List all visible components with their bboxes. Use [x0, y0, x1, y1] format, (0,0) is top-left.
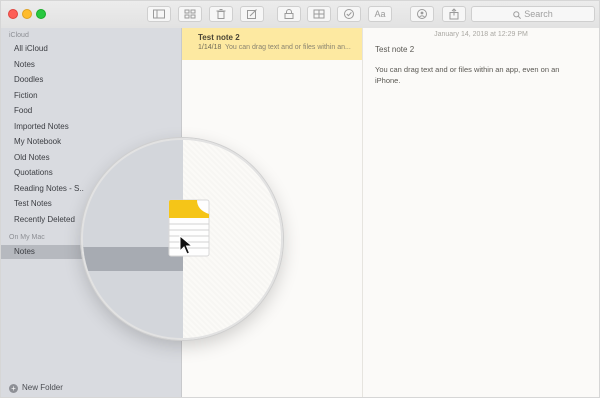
table-button[interactable]: [307, 6, 331, 22]
note-editor[interactable]: January 14, 2018 at 12:29 PM Test note 2…: [363, 28, 599, 397]
add-people-button[interactable]: [410, 6, 434, 22]
sidebar-item-test-notes[interactable]: Test Notes: [14, 199, 52, 208]
plus-icon: +: [9, 384, 18, 393]
note-list-item-selected[interactable]: Test note 2 1/14/18 You can drag text an…: [182, 28, 362, 60]
mouse-cursor-icon: [179, 235, 193, 255]
toolbar: Aa Search: [1, 1, 599, 29]
minimize-window-button[interactable]: [22, 9, 32, 19]
icloud-section-header: iCloud: [9, 32, 29, 39]
sidebar-item-recently-deleted[interactable]: Recently Deleted: [14, 215, 75, 224]
search-icon: [513, 11, 522, 19]
trash-icon: [216, 9, 226, 19]
share-icon: [449, 8, 459, 20]
sidebar-item-label: Notes: [14, 247, 35, 256]
dragged-note-icon: [168, 199, 210, 257]
search-field[interactable]: Search: [471, 6, 595, 22]
sidebar-item-old-notes[interactable]: Old Notes: [14, 153, 50, 162]
checklist-button[interactable]: [337, 6, 361, 22]
magnifier-overlay: [81, 138, 283, 340]
new-folder-button[interactable]: + New Folder: [9, 383, 63, 393]
gallery-icon: [184, 9, 196, 19]
note-timestamp: January 14, 2018 at 12:29 PM: [434, 31, 528, 38]
note-item-date: 1/14/18: [198, 44, 222, 51]
search-placeholder: Search: [524, 9, 553, 19]
note-item-snippet: You can drag text and or files within an…: [225, 44, 351, 51]
sidebar-item-food[interactable]: Food: [14, 106, 32, 115]
gallery-view-button[interactable]: [178, 6, 202, 22]
on-my-mac-section-header: On My Mac: [9, 234, 45, 241]
table-icon: [313, 9, 325, 19]
delete-note-button[interactable]: [209, 6, 233, 22]
close-window-button[interactable]: [8, 9, 18, 19]
new-folder-label: New Folder: [22, 383, 63, 392]
format-icon: Aa: [374, 9, 386, 19]
checklist-icon: [344, 9, 354, 19]
note-body[interactable]: You can drag text and or files within an…: [375, 64, 585, 86]
sidebar-item-quotations[interactable]: Quotations: [14, 168, 53, 177]
notes-window: Aa Search iCloud All iCloud Notes Doodle…: [0, 0, 600, 398]
zoom-window-button[interactable]: [36, 9, 46, 19]
share-people-icon: [417, 9, 427, 19]
note-item-title: Test note 2: [198, 33, 240, 42]
toggle-sidebar-button[interactable]: [147, 6, 171, 22]
sidebar-icon: [153, 9, 165, 19]
new-note-button[interactable]: [240, 6, 264, 22]
sidebar-item-fiction[interactable]: Fiction: [14, 91, 38, 100]
sidebar-item-reading-notes[interactable]: Reading Notes - S..: [14, 184, 84, 193]
lock-note-button[interactable]: [277, 6, 301, 22]
share-button[interactable]: [442, 6, 466, 22]
compose-icon: [247, 9, 257, 19]
sidebar-item-notes[interactable]: Notes: [14, 60, 35, 69]
sidebar-item-my-notebook[interactable]: My Notebook: [14, 137, 61, 146]
sidebar-item-all-icloud[interactable]: All iCloud: [14, 44, 48, 53]
sidebar-item-imported-notes[interactable]: Imported Notes: [14, 122, 69, 131]
format-button[interactable]: Aa: [368, 6, 392, 22]
sidebar-item-doodles[interactable]: Doodles: [14, 75, 43, 84]
lock-icon: [284, 9, 294, 19]
note-title[interactable]: Test note 2: [375, 45, 414, 54]
